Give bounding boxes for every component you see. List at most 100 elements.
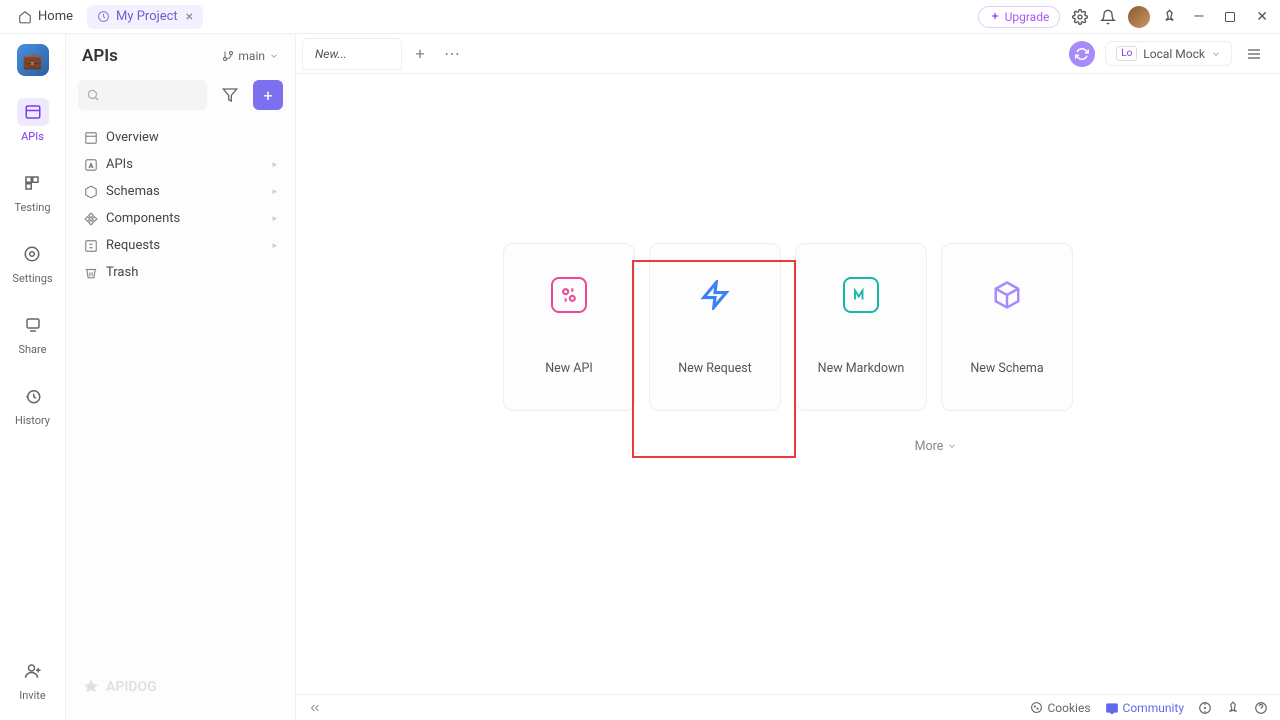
project-icon	[97, 10, 110, 23]
rail-history-label: History	[15, 414, 50, 427]
caret-icon: ▸	[272, 241, 277, 251]
rail-settings[interactable]: Settings	[8, 236, 56, 289]
history-icon	[24, 387, 42, 405]
branch-selector[interactable]: main	[222, 49, 279, 63]
rail-invite[interactable]: Invite	[13, 653, 53, 706]
target-icon[interactable]	[1198, 701, 1212, 715]
card-markdown-label: New Markdown	[818, 361, 905, 376]
card-request-label: New Request	[678, 361, 752, 376]
nav-rail: 💼 APIs Testing Settings Share History In…	[0, 34, 66, 720]
api-card-icon	[559, 285, 579, 305]
search-input[interactable]	[78, 80, 207, 110]
caret-icon: ▸	[272, 160, 277, 170]
home-icon	[18, 10, 32, 24]
schema-card-icon	[992, 280, 1022, 310]
close-button[interactable]: ✕	[1252, 7, 1272, 27]
card-api-label: New API	[545, 361, 592, 376]
chevron-down-icon	[1211, 49, 1221, 59]
testing-icon	[23, 174, 41, 192]
discord-icon	[1105, 701, 1119, 715]
settings-icon[interactable]	[1072, 9, 1088, 25]
share-icon	[24, 316, 42, 334]
rail-history[interactable]: History	[11, 378, 54, 431]
tab-new[interactable]: New...	[302, 38, 402, 70]
watermark-label: APIDOG	[106, 679, 157, 695]
collapse-button[interactable]	[308, 701, 322, 715]
tab-menu-button[interactable]: ⋯	[438, 40, 466, 68]
env-badge: Lo	[1116, 46, 1137, 61]
caret-icon: ▸	[272, 214, 277, 224]
rail-testing-label: Testing	[14, 201, 50, 214]
more-link[interactable]: More	[915, 439, 958, 454]
markdown-card-icon	[852, 286, 870, 304]
watermark: APIDOG	[66, 668, 295, 720]
card-new-markdown[interactable]: New Markdown	[795, 243, 927, 411]
caret-icon: ▸	[272, 187, 277, 197]
tree-apis-label: APIs	[106, 157, 133, 172]
menu-icon	[1246, 46, 1262, 62]
add-button[interactable]: +	[253, 80, 283, 110]
tree-requests[interactable]: Requests ▸	[76, 232, 285, 259]
overview-icon	[84, 131, 98, 145]
card-new-api[interactable]: New API	[503, 243, 635, 411]
more-label: More	[915, 439, 944, 454]
rail-testing[interactable]: Testing	[10, 165, 54, 218]
card-new-request[interactable]: New Request	[649, 243, 781, 411]
minimize-button[interactable]: —	[1189, 7, 1208, 27]
tree-schemas[interactable]: Schemas ▸	[76, 178, 285, 205]
rail-invite-label: Invite	[19, 689, 46, 702]
tree-requests-label: Requests	[106, 238, 160, 253]
upgrade-button[interactable]: Upgrade	[978, 6, 1061, 28]
tab-home-label: Home	[38, 9, 73, 24]
apis-icon	[24, 103, 42, 121]
settings-rail-icon	[23, 245, 41, 263]
pin-icon[interactable]	[1162, 9, 1177, 24]
request-card-icon	[700, 280, 730, 310]
rail-apis-label: APIs	[21, 130, 44, 143]
chevron-left-icon	[308, 701, 322, 715]
maximize-button[interactable]	[1220, 9, 1240, 25]
tab-project[interactable]: My Project ×	[87, 5, 203, 29]
refresh-button[interactable]	[1069, 41, 1095, 67]
pin-bottom-icon[interactable]	[1226, 701, 1240, 715]
tree-trash[interactable]: Trash	[76, 259, 285, 286]
components-icon	[84, 212, 98, 226]
filter-button[interactable]	[215, 80, 245, 110]
help-icon[interactable]	[1254, 701, 1268, 715]
trash-icon	[84, 266, 98, 280]
sidebar-title: APIs	[82, 46, 118, 66]
chevron-down-icon	[269, 51, 279, 61]
branch-icon	[222, 50, 234, 62]
schemas-icon	[84, 185, 98, 199]
logo-icon	[82, 678, 100, 696]
branch-label: main	[238, 49, 265, 63]
tree-components-label: Components	[106, 211, 180, 226]
svg-text:A: A	[89, 163, 93, 169]
avatar[interactable]	[1128, 6, 1150, 28]
card-new-schema[interactable]: New Schema	[941, 243, 1073, 411]
bell-icon[interactable]	[1100, 9, 1116, 25]
community-link[interactable]: Community	[1105, 701, 1184, 715]
rail-apis[interactable]: APIs	[13, 94, 53, 147]
invite-icon	[24, 662, 42, 680]
search-icon	[86, 88, 100, 102]
environment-selector[interactable]: Lo Local Mock	[1105, 41, 1232, 66]
tree-apis[interactable]: A APIs ▸	[76, 151, 285, 178]
tab-project-label: My Project	[116, 9, 178, 24]
sidebar: APIs main + Overview A APIs ▸ Schemas ▸	[66, 34, 296, 720]
apis-tree-icon: A	[84, 158, 98, 172]
tree-components[interactable]: Components ▸	[76, 205, 285, 232]
close-icon[interactable]: ×	[186, 9, 193, 25]
add-tab-button[interactable]: +	[406, 40, 434, 68]
tree-overview[interactable]: Overview	[76, 124, 285, 151]
requests-icon	[84, 239, 98, 253]
cookie-icon	[1030, 701, 1043, 714]
card-schema-label: New Schema	[970, 361, 1043, 376]
cookies-link[interactable]: Cookies	[1030, 701, 1090, 715]
tab-home[interactable]: Home	[8, 5, 83, 28]
chevron-down-icon	[947, 441, 957, 451]
workspace-logo[interactable]: 💼	[17, 44, 49, 76]
menu-button[interactable]	[1242, 42, 1266, 66]
rail-share[interactable]: Share	[13, 307, 53, 360]
tab-new-label: New...	[315, 47, 347, 61]
